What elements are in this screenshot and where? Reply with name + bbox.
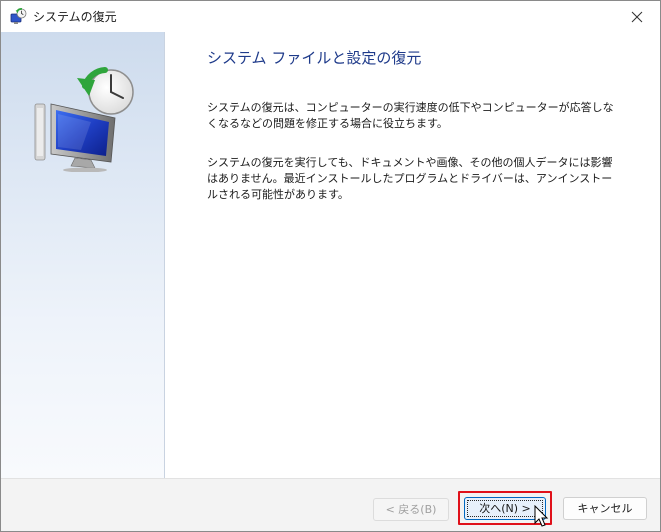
content-pane: システム ファイルと設定の復元 システムの復元は、コンピューターの実行速度の低下… (166, 32, 660, 478)
close-button[interactable] (614, 1, 660, 32)
back-button[interactable]: < 戻る(B) (373, 498, 449, 521)
left-pane (1, 32, 165, 478)
focus-ring (467, 500, 543, 517)
close-icon (631, 11, 643, 22)
system-restore-window: システムの復元 システム ファイルと設定の復元 システムの復元は、コンピューター… (0, 0, 661, 532)
title-bar[interactable]: システムの復元 (1, 1, 660, 32)
system-restore-icon (10, 8, 27, 24)
window-title: システムの復元 (33, 10, 117, 24)
button-bar: < 戻る(B) 次へ(N) > キャンセル (1, 478, 660, 531)
cancel-button[interactable]: キャンセル (563, 497, 647, 520)
page-heading: システム ファイルと設定の復元 (207, 49, 422, 67)
system-restore-illustration (34, 67, 134, 172)
description-paragraph-1: システムの復元は、コンピューターの実行速度の低下やコンピューターが応答しなくなる… (207, 101, 614, 130)
mouse-cursor-icon (534, 505, 549, 527)
description-paragraph-2: システムの復元を実行しても、ドキュメントや画像、その他の個人データには影響はあり… (207, 156, 613, 201)
